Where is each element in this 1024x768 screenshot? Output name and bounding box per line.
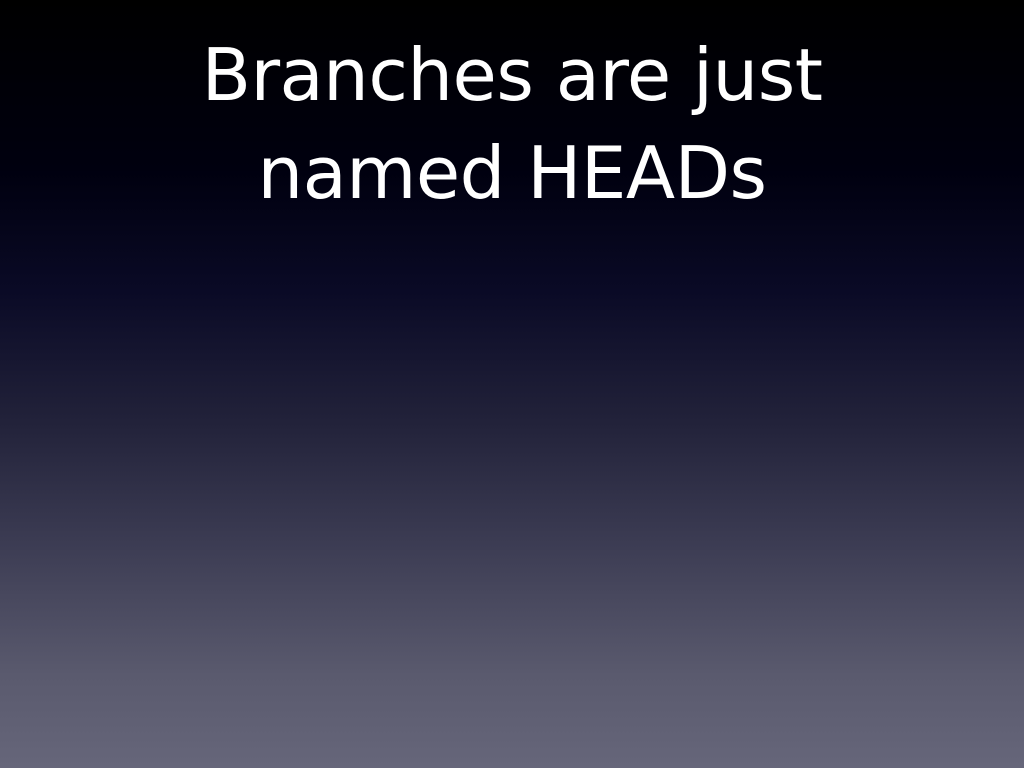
slide-title: Branches are just named HEADs: [0, 26, 1024, 222]
slide-title-line-1: Branches are just: [201, 33, 823, 117]
slide-title-line-2: named HEADs: [257, 131, 767, 215]
presentation-slide: Branches are just named HEADs: [0, 0, 1024, 768]
